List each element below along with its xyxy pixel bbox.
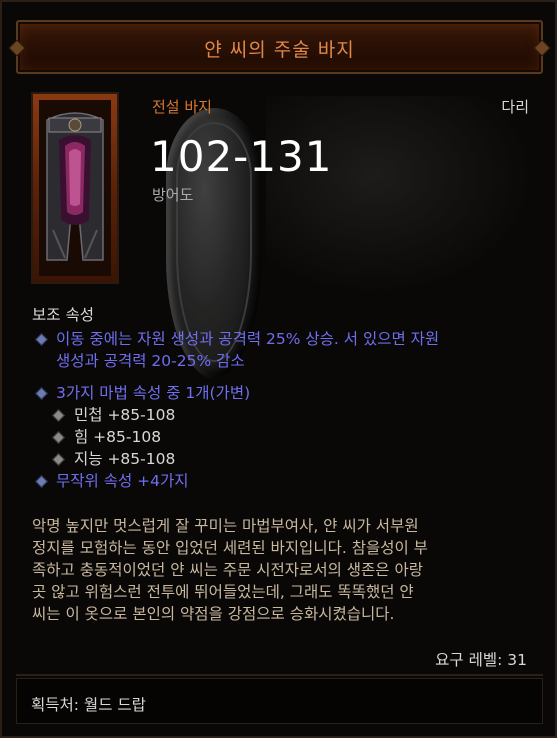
armor-value: 102-131: [150, 132, 333, 181]
choice-row: 지능 +85-108: [32, 448, 532, 470]
diamond-bullet-icon: [35, 333, 48, 346]
diamond-bullet-icon: [35, 475, 48, 488]
choice-text: 민첩 +85-108: [74, 406, 176, 424]
choose-one-label: 3가지 마법 속성 중 1개(가변): [56, 384, 251, 402]
flavor-line: 정지를 모험하는 동안 입었던 세련된 바지입니다. 참을성이 부: [32, 539, 428, 557]
attribute-text-line1: 이동 중에는 자원 생성과 공격력 25% 상승. 서 있으면 자원: [56, 330, 440, 348]
diamond-bullet-icon: [35, 387, 48, 400]
choice-text: 힘 +85-108: [74, 428, 162, 446]
diamond-bullet-icon: [52, 431, 65, 444]
item-name: 얀 씨의 주술 바지: [204, 39, 355, 61]
required-level: 요구 레벨: 31: [435, 651, 527, 669]
choice-row: 민첩 +85-108: [32, 404, 532, 426]
flavor-line: 악명 높지만 멋스럽게 잘 꾸미는 마법부여사, 얀 씨가 서부원: [32, 517, 419, 535]
choice-text: 지능 +85-108: [74, 450, 176, 468]
flavor-line: 족하고 충동적이었던 얀 씨는 주문 시전자로서의 생존은 아랑: [32, 561, 423, 579]
divider: [16, 674, 543, 676]
attribute-row: 3가지 마법 속성 중 1개(가변): [32, 382, 532, 404]
armor-label: 방어도: [152, 186, 194, 204]
flavor-line: 씨는 이 옷으로 본인의 약점을 강점으로 승화시켰습니다.: [32, 605, 395, 623]
item-panel: 전설 바지 다리 102-131 방어도 보조 속성 이동 중에는 자원 생성과…: [16, 76, 543, 676]
pants-item-icon: [31, 92, 119, 284]
flavor-line: 곳 않고 위험스런 전투에 뛰어들었는데, 그래도 똑똑했던 얀: [32, 583, 414, 601]
diamond-bullet-icon: [52, 409, 65, 422]
attribute-text-line2: 생성과 공격력 20-25% 감소: [56, 352, 245, 370]
flavor-text: 악명 높지만 멋스럽게 잘 꾸미는 마법부여사, 얀 씨가 서부원 정지를 모험…: [32, 515, 537, 625]
item-source: 획득처: 월드 드랍: [31, 696, 146, 714]
choice-row: 힘 +85-108: [32, 426, 532, 448]
item-slot: 다리: [501, 98, 529, 116]
source-footer: 획득처: 월드 드랍: [16, 678, 543, 724]
item-tooltip: 얀 씨의 주술 바지 전설 바지 다리 102-131 방어도 보조 속성 이동…: [0, 0, 557, 738]
attribute-row: 무작위 속성 +4가지: [32, 470, 532, 492]
attribute-row: 이동 중에는 자원 생성과 공격력 25% 상승. 서 있으면 자원 생성과 공…: [32, 328, 532, 372]
title-bar: 얀 씨의 주술 바지: [16, 20, 543, 74]
random-attributes-label: 무작위 속성 +4가지: [56, 472, 189, 490]
diamond-bullet-icon: [52, 453, 65, 466]
background-glow: [266, 96, 536, 296]
attributes-section: 보조 속성 이동 중에는 자원 생성과 공격력 25% 상승. 서 있으면 자원…: [32, 304, 532, 492]
attributes-label: 보조 속성: [32, 306, 94, 324]
item-type: 전설 바지: [152, 98, 212, 116]
